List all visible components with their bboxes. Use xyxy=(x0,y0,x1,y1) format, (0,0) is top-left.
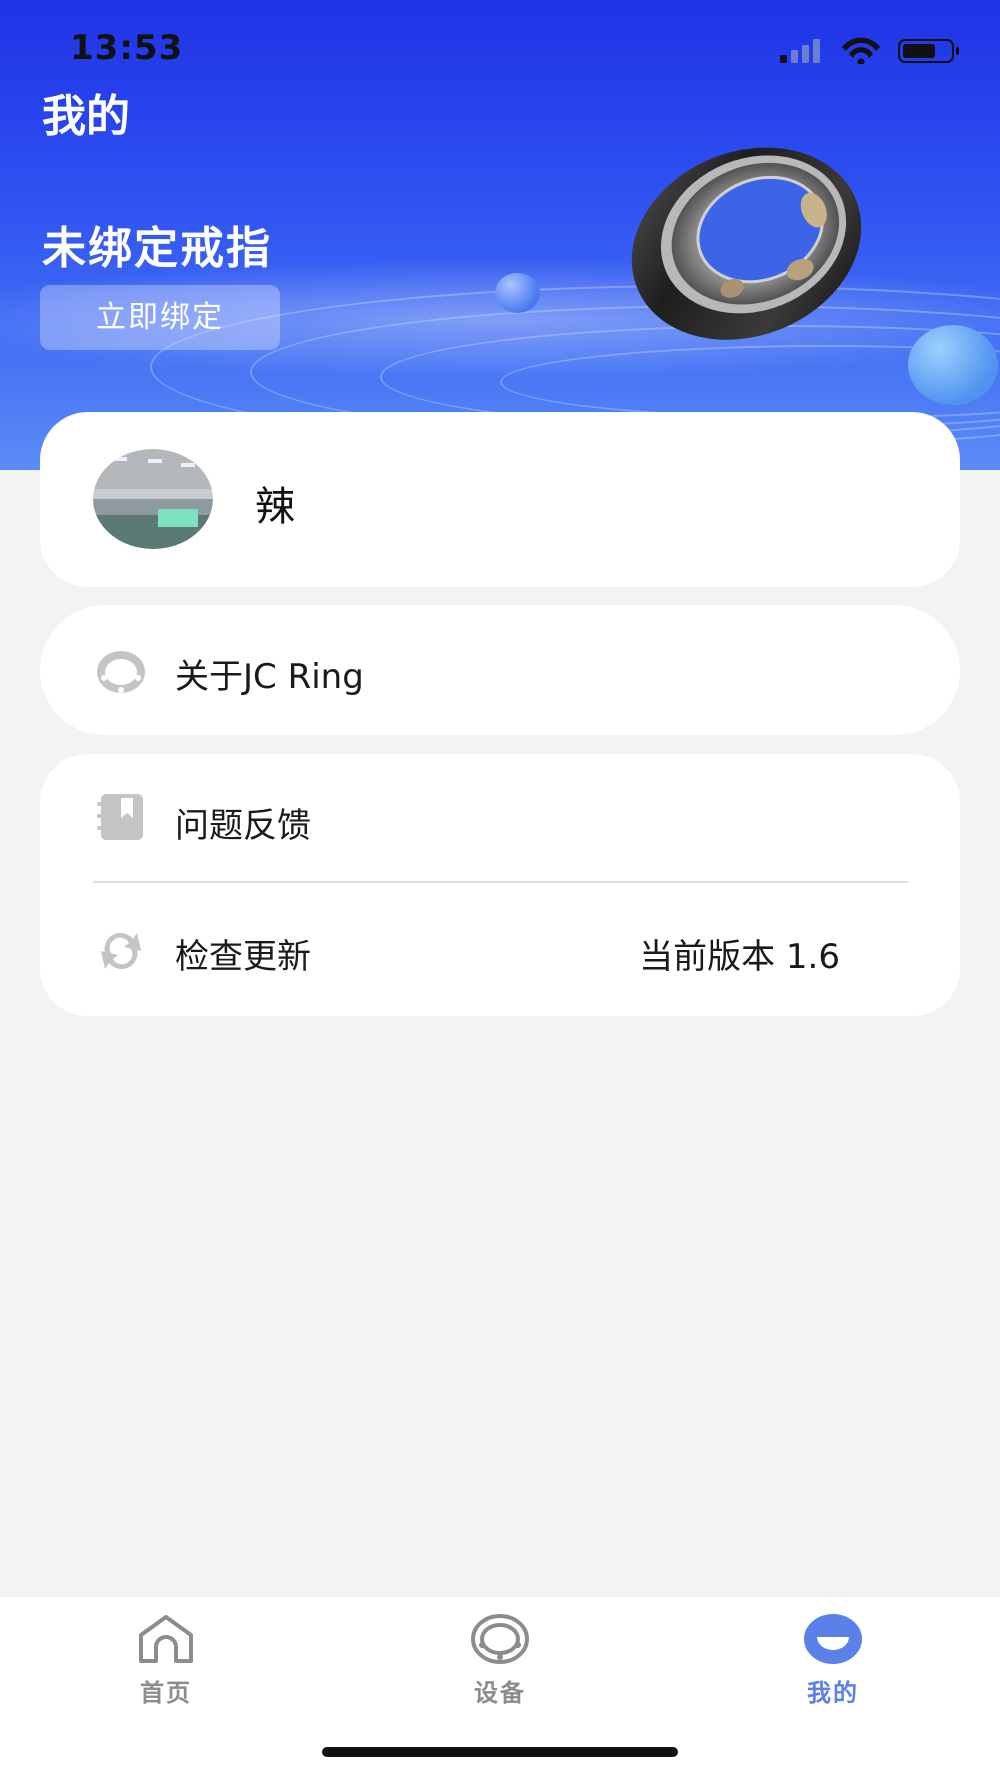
banner-orb xyxy=(495,273,540,313)
divider xyxy=(93,881,908,883)
bind-now-button[interactable]: 立即绑定 xyxy=(40,285,280,350)
feedback-row[interactable]: 问题反馈 xyxy=(40,754,960,884)
check-update-row[interactable]: 检查更新 当前版本 1.6 xyxy=(40,885,960,1015)
tab-home[interactable]: 首页 xyxy=(66,1597,266,1717)
banner-orb xyxy=(908,325,998,405)
feedback-label: 问题反馈 xyxy=(175,806,311,846)
tab-device-label: 设备 xyxy=(474,1679,526,1707)
signal-icon xyxy=(780,39,820,63)
ring-product-image xyxy=(631,147,862,340)
about-label: 关于JC Ring xyxy=(175,657,364,697)
about-card[interactable]: 关于JC Ring xyxy=(40,605,960,735)
ring-icon xyxy=(471,1614,529,1664)
wifi-icon xyxy=(842,37,880,64)
tab-device[interactable]: 设备 xyxy=(400,1597,600,1717)
check-update-label: 检查更新 xyxy=(175,937,311,977)
profile-face-icon xyxy=(804,1614,862,1664)
tab-home-label: 首页 xyxy=(140,1679,192,1707)
status-bar: 13:53 xyxy=(0,0,1000,100)
status-time: 13:53 xyxy=(70,28,184,68)
status-icons xyxy=(780,37,959,64)
user-name: 辣 xyxy=(255,484,295,530)
avatar[interactable] xyxy=(93,449,213,549)
tab-mine[interactable]: 我的 xyxy=(733,1597,933,1717)
home-icon xyxy=(139,1615,193,1663)
current-version: 当前版本 1.6 xyxy=(639,937,840,977)
ring-icon xyxy=(97,651,145,693)
ring-bind-status: 未绑定戒指 xyxy=(42,223,272,274)
home-indicator xyxy=(322,1747,678,1757)
about-row[interactable]: 关于JC Ring xyxy=(40,605,960,735)
profile-card[interactable]: 辣 xyxy=(40,412,960,587)
battery-icon xyxy=(898,39,959,63)
settings-card: 问题反馈 检查更新 当前版本 1.6 xyxy=(40,754,960,1016)
tab-mine-label: 我的 xyxy=(807,1679,859,1707)
refresh-icon xyxy=(101,932,141,970)
page-title: 我的 xyxy=(42,91,130,142)
feedback-notebook-icon xyxy=(97,794,143,840)
